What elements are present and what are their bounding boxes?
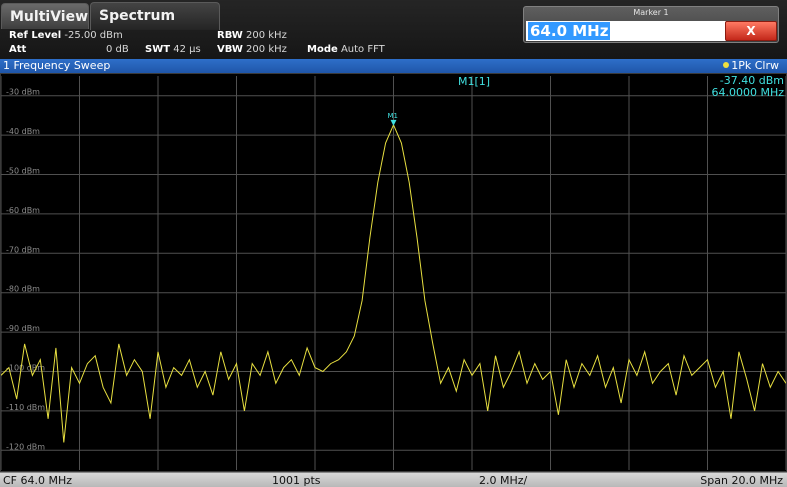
- marker-freq-value: 64.0000 MHz: [711, 86, 784, 99]
- y-tick-label: -30 dBm: [6, 88, 40, 97]
- tab-spectrum[interactable]: Spectrum: [90, 2, 220, 30]
- vbw-value: 200 kHz: [246, 44, 287, 55]
- y-tick-label: -120 dBm: [6, 442, 45, 451]
- spectrum-plot[interactable]: -30 dBm -40 dBm -50 dBm -60 dBm -70 dBm -80 d…: [0, 73, 787, 472]
- marker-readout-label: M1[1]: [458, 75, 491, 88]
- marker-dialog-title: Marker 1: [633, 8, 669, 17]
- marker-tag: M1: [388, 112, 399, 120]
- mode-value: Auto FFT: [340, 44, 385, 55]
- trace-mode-label: 1Pk Clrw: [731, 59, 779, 72]
- marker-frequency-value[interactable]: 64.0 MHz: [528, 22, 611, 40]
- trace-dot-icon: [723, 62, 730, 68]
- y-tick-label: -90 dBm: [6, 324, 40, 333]
- vbw-label: VBW: [217, 44, 243, 55]
- close-button[interactable]: X: [725, 21, 777, 41]
- tab-multiview[interactable]: MultiView: [1, 3, 89, 29]
- y-tick-label: -80 dBm: [6, 285, 40, 294]
- ref-level-label: Ref Level: [9, 30, 62, 41]
- marker-readout: -37.40 dBm 64.0000 MHz: [711, 75, 784, 99]
- spectrum-plot-svg: -30 dBm -40 dBm -50 dBm -60 dBm -70 dBm -80 d…: [0, 73, 787, 472]
- swt-readout: SWT 42 µs: [145, 44, 201, 55]
- y-tick-label: -110 dBm: [6, 403, 45, 412]
- rbw-readout: RBW 200 kHz: [217, 30, 287, 41]
- sweep-points: 1001 pts: [272, 474, 321, 487]
- mode-readout: Mode Auto FFT: [307, 44, 385, 55]
- frequency-span: Span 20.0 MHz: [700, 474, 783, 487]
- trace-info: 1Pk Clrw: [723, 59, 779, 73]
- frequency-per-div: 2.0 MHz/: [479, 474, 528, 487]
- ref-level-readout: Ref Level -25.00 dBm: [9, 30, 123, 41]
- trace-window-title: 1 Frequency Sweep: [3, 59, 111, 72]
- ref-level-value: -25.00 dBm: [64, 30, 123, 41]
- att-value-readout: 0 dB: [106, 44, 129, 55]
- rbw-value: 200 kHz: [246, 30, 287, 41]
- marker-triangle-icon: [390, 119, 397, 126]
- swt-label: SWT: [145, 44, 171, 55]
- instrument-header: MultiView Spectrum Ref Level -25.00 dBm …: [0, 0, 787, 59]
- status-footer: CF 64.0 MHz 1001 pts 2.0 MHz/ Span 20.0 …: [0, 472, 787, 487]
- y-tick-label: -100 dBm: [6, 364, 45, 373]
- att-label: Att: [9, 44, 27, 55]
- marker-dialog: Marker 1 64.0 MHz X: [523, 6, 779, 43]
- rbw-label: RBW: [217, 30, 243, 41]
- center-frequency: CF 64.0 MHz: [3, 474, 73, 487]
- y-tick-label: -60 dBm: [6, 206, 40, 215]
- y-tick-label: -70 dBm: [6, 245, 40, 254]
- swt-value: 42 µs: [173, 44, 201, 55]
- att-value: 0 dB: [106, 44, 129, 55]
- mode-label: Mode: [307, 44, 338, 55]
- trace-window-title-bar: 1 Frequency Sweep 1Pk Clrw: [0, 59, 787, 73]
- y-tick-label: -40 dBm: [6, 127, 40, 136]
- y-tick-label: -50 dBm: [6, 167, 40, 176]
- att-label-readout: Att: [9, 44, 26, 55]
- vbw-readout: VBW 200 kHz: [217, 44, 287, 55]
